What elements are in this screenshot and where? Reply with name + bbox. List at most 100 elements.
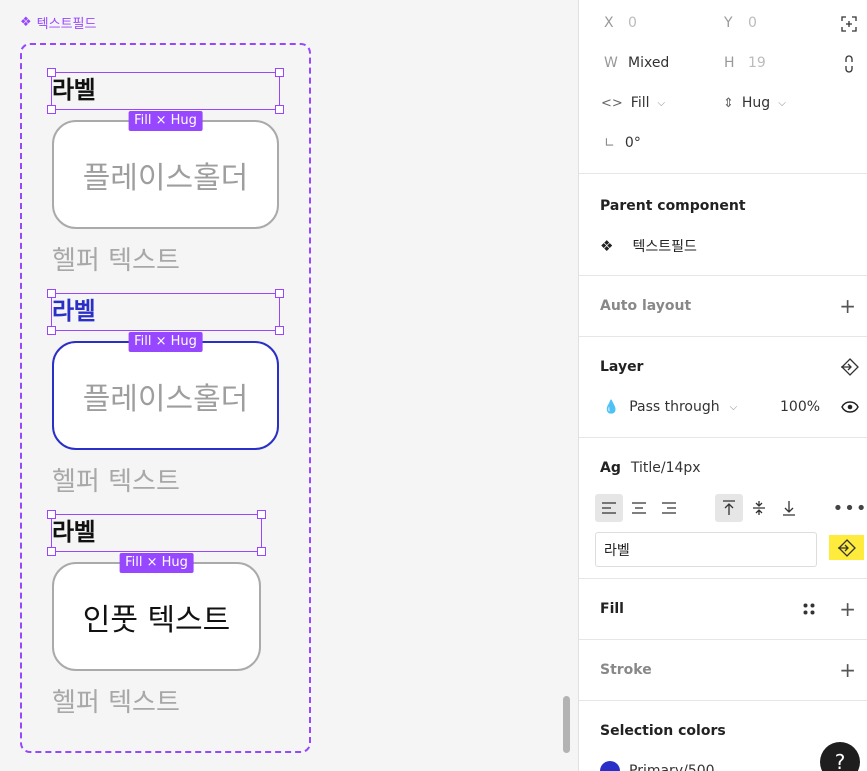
fill-title: Fill [600, 601, 624, 617]
align-top-icon[interactable] [715, 494, 743, 522]
width-sizing-value: Fill [630, 95, 650, 111]
stroke-title: Stroke [600, 662, 652, 678]
resize-handle[interactable] [257, 510, 266, 519]
resize-handle[interactable] [47, 68, 56, 77]
label-text-1: 라벨 [52, 76, 96, 104]
resize-handle[interactable] [47, 289, 56, 298]
blend-mode-dropdown[interactable]: 💧 Pass through ⌵ [603, 399, 737, 415]
chevron-down-icon: ⌵ [778, 97, 786, 109]
properties-panel: X 0 Y 0 W Mixed H 19 <> Fill ⌵ ⇕ Hug ⌵ ∟… [578, 0, 867, 771]
auto-layout-title: Auto layout [600, 298, 692, 314]
input-text-3: 인풋 텍스트 [82, 602, 231, 638]
drop-icon: 💧 [603, 399, 620, 415]
sizing-badge-3: Fill × Hug [119, 553, 194, 573]
parent-component-link[interactable]: ❖ 텍스트필드 [600, 236, 697, 256]
selection-color-item[interactable]: Primary/500 [600, 761, 715, 771]
chevron-down-icon: ⌵ [657, 97, 666, 109]
input-box-1[interactable]: Fill × Hug 플레이스홀더 [52, 111, 279, 229]
label-layer-3[interactable]: 라벨 [47, 510, 266, 556]
y-field[interactable]: Y 0 [724, 15, 757, 31]
w-label: W [604, 55, 618, 71]
styles-grid-icon[interactable] [795, 595, 823, 623]
stroke-section: Stroke + [579, 639, 867, 700]
fill-section: Fill + [579, 578, 867, 639]
x-value: 0 [628, 15, 637, 31]
layer-section: Layer 💧 Pass through ⌵ 100% [579, 336, 867, 437]
resize-handle[interactable] [47, 510, 56, 519]
resize-handle[interactable] [275, 105, 284, 114]
height-sizing-dropdown[interactable]: ⇕ Hug ⌵ [723, 95, 786, 111]
parent-component-title: Parent component [600, 198, 746, 214]
blend-mode-value: Pass through [629, 399, 720, 415]
add-fill-icon[interactable]: + [839, 599, 856, 619]
vertical-resize-icon: ⇕ [723, 95, 734, 111]
rotation-field[interactable]: ∟ 0° [604, 135, 641, 151]
color-swatch [600, 761, 620, 771]
align-middle-icon[interactable] [745, 494, 773, 522]
apply-variable-icon[interactable] [836, 353, 864, 381]
h-field[interactable]: H 19 [724, 55, 766, 71]
h-value: 19 [748, 55, 766, 71]
design-canvas[interactable]: ❖ 텍스트필드 라벨 Fill × Hug 플레이스홀더 헬퍼 텍스트 라벨 F… [0, 0, 578, 771]
y-label: Y [724, 15, 733, 31]
component-icon: ❖ [20, 15, 32, 30]
text-style-selector[interactable]: Ag Title/14px [600, 460, 701, 476]
w-field[interactable]: W Mixed [604, 55, 669, 71]
sizing-badge-1: Fill × Hug [128, 111, 203, 131]
layer-title: Layer [600, 359, 644, 375]
input-box-3[interactable]: Fill × Hug 인풋 텍스트 [52, 553, 261, 671]
component-icon: ❖ [600, 237, 614, 255]
sizing-badge-2: Fill × Hug [128, 332, 203, 352]
rotation-icon: ∟ [604, 135, 615, 151]
width-sizing-dropdown[interactable]: <> Fill ⌵ [601, 95, 665, 111]
more-options-icon[interactable]: ••• [833, 494, 867, 522]
apply-variable-button[interactable] [829, 535, 864, 560]
align-bottom-icon[interactable] [775, 494, 803, 522]
typography-sample: Ag [600, 460, 621, 476]
apply-variable-icon [837, 538, 856, 557]
horizontal-resize-icon: <> [601, 95, 623, 111]
helper-text-2: 헬퍼 텍스트 [52, 467, 180, 497]
h-label: H [724, 55, 735, 71]
height-sizing-value: Hug [741, 95, 771, 111]
chevron-down-icon: ⌵ [729, 401, 738, 413]
resize-handle[interactable] [275, 289, 284, 298]
w-value: Mixed [628, 55, 670, 71]
resize-handle[interactable] [275, 326, 284, 335]
align-left-icon[interactable] [595, 494, 623, 522]
align-center-icon[interactable] [625, 494, 653, 522]
text-content-field[interactable]: 라벨 [595, 532, 817, 567]
constraints-icon[interactable] [835, 10, 863, 38]
component-title[interactable]: ❖ 텍스트필드 [20, 13, 96, 32]
align-right-icon[interactable] [655, 494, 683, 522]
resize-handle[interactable] [47, 105, 56, 114]
component-title-text: 텍스트필드 [36, 17, 97, 32]
add-stroke-icon[interactable]: + [839, 660, 856, 680]
add-auto-layout-icon[interactable]: + [839, 296, 856, 316]
x-label: X [604, 15, 614, 31]
label-text-2: 라벨 [52, 297, 96, 325]
input-box-2[interactable]: Fill × Hug 플레이스홀더 [52, 332, 279, 450]
resize-handle[interactable] [257, 547, 266, 556]
placeholder-text-1: 플레이스홀더 [82, 160, 249, 196]
auto-layout-section: Auto layout + [579, 275, 867, 336]
label-layer-1[interactable]: 라벨 [47, 68, 284, 114]
selection-colors-title: Selection colors [600, 723, 726, 739]
canvas-scrollbar[interactable] [563, 696, 570, 753]
parent-component-section: Parent component ❖ 텍스트필드 [579, 173, 867, 275]
helper-text-1: 헬퍼 텍스트 [52, 246, 180, 276]
eye-icon[interactable] [836, 393, 864, 421]
resize-handle[interactable] [47, 326, 56, 335]
constrain-proportions-icon[interactable] [835, 50, 863, 78]
x-field[interactable]: X 0 [604, 15, 637, 31]
opacity-value[interactable]: 100% [780, 399, 820, 415]
label-text-3: 라벨 [52, 518, 96, 546]
resize-handle[interactable] [47, 547, 56, 556]
label-layer-2[interactable]: 라벨 [47, 289, 284, 335]
rotation-value: 0° [624, 135, 641, 151]
y-value: 0 [748, 15, 757, 31]
parent-component-name: 텍스트필드 [632, 239, 697, 255]
text-style-name: Title/14px [630, 460, 701, 476]
selection-color-name: Primary/500 [629, 763, 715, 771]
resize-handle[interactable] [275, 68, 284, 77]
